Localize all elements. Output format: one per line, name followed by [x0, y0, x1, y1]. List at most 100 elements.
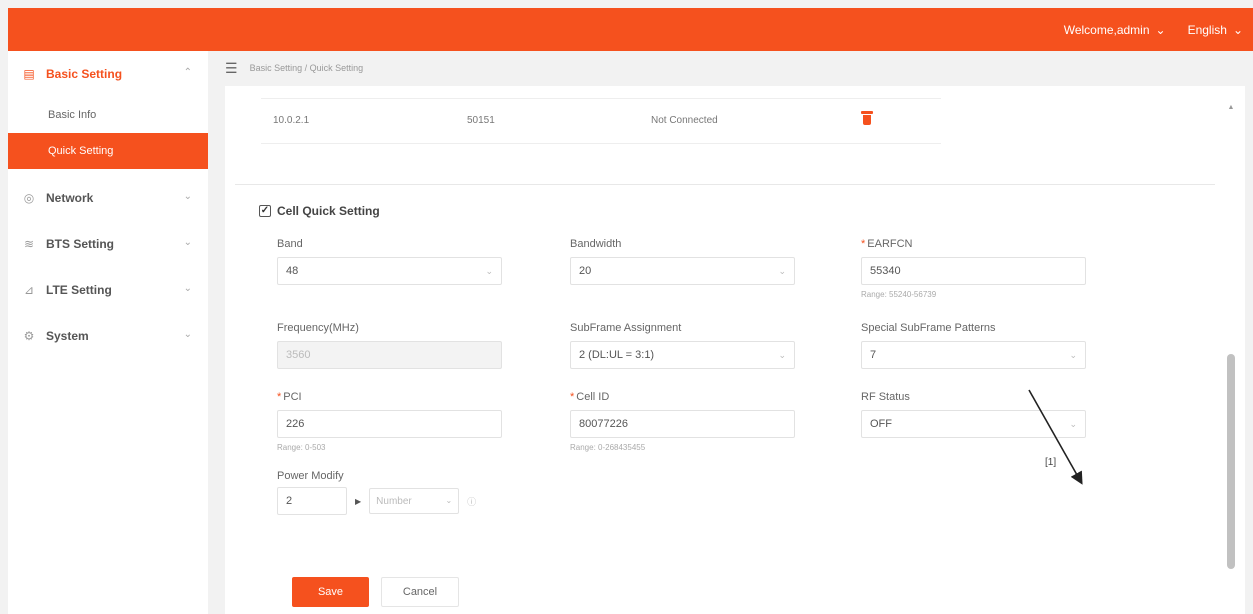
cell-id-label: * Cell ID [570, 391, 795, 407]
chevron-down-icon: ⌄ [183, 237, 192, 248]
cell-id-value: 80077226 [579, 418, 628, 430]
chevron-down-icon: ⌄ [778, 266, 786, 276]
required-mark: * [277, 391, 282, 403]
welcome-menu[interactable]: Welcome,admin ⌄ [1064, 23, 1166, 37]
annotation-arrow [1028, 389, 1083, 485]
power-modify-label: Power Modify [277, 470, 344, 482]
required-mark: * [861, 238, 866, 250]
frequency-field: Frequency(MHz) 3560 [277, 322, 502, 369]
system-icon: ⚙ [23, 329, 35, 343]
sidebar-item-lte-setting[interactable]: ⊿ LTE Setting ⌄ [8, 267, 208, 313]
chevron-down-icon: ⌄ [1232, 22, 1243, 37]
network-icon: ◎ [23, 191, 35, 205]
language-menu[interactable]: English ⌄ [1188, 23, 1243, 37]
cell-quick-setting-checkbox[interactable]: ✓ [259, 205, 271, 217]
earfcn-label: * EARFCN [861, 238, 1086, 254]
sidebar-item-label: System [46, 329, 89, 343]
chevron-down-icon: ⌄ [1155, 22, 1166, 37]
breadcrumb-bar: ☰ Basic Setting / Quick Setting [225, 58, 363, 78]
top-bar: Welcome,admin ⌄ English ⌄ [8, 8, 1253, 51]
language-text: English [1187, 22, 1227, 37]
chevron-down-icon: ⌄ [183, 329, 192, 340]
sidebar-item-label: LTE Setting [46, 283, 112, 297]
power-unit-placeholder: Number [376, 495, 412, 507]
section-divider [235, 184, 1215, 185]
bandwidth-value: 20 [579, 265, 592, 277]
basic-setting-icon: ▤ [23, 67, 35, 81]
chevron-down-icon: ⌄ [445, 496, 453, 505]
bandwidth-select[interactable]: 20 ⌄ [570, 257, 795, 285]
required-mark: * [570, 391, 575, 403]
connection-address: 10.0.2.1 [273, 115, 310, 126]
earfcn-field: * EARFCN 55340 Range: 55240-56739 [861, 238, 1086, 299]
breadcrumb: Basic Setting / Quick Setting [249, 63, 364, 73]
pci-value: 226 [286, 418, 305, 430]
chevron-down-icon: ⌄ [1069, 350, 1077, 360]
frequency-label: Frequency(MHz) [277, 322, 359, 334]
frequency-input: 3560 [277, 341, 502, 369]
sidebar-item-system[interactable]: ⚙ System ⌄ [8, 313, 208, 359]
save-button[interactable]: Save [292, 577, 369, 607]
sidebar-item-label: Basic Setting [46, 67, 123, 81]
lte-icon: ⊿ [23, 283, 35, 297]
power-unit-select[interactable]: Number ⌄ [369, 488, 460, 514]
cell-id-field: * Cell ID 80077226 Range: 0-268435455 [570, 391, 795, 452]
sidebar: ▤ Basic Setting ⌃ Basic Info Quick Setti… [8, 51, 208, 614]
pci-hint: Range: 0-503 [277, 443, 326, 452]
cell-quick-setting-title: ✓ Cell Quick Setting [259, 204, 380, 218]
pci-input[interactable]: 226 [277, 410, 502, 438]
special-subframe-label: Special SubFrame Patterns [861, 322, 996, 334]
connection-port: 50151 [467, 115, 495, 126]
subframe-field: SubFrame Assignment 2 (DL:UL = 3:1) ⌄ [570, 322, 795, 369]
pci-label: * PCI [277, 391, 502, 407]
band-field: Band 48 ⌄ [277, 238, 502, 285]
subframe-label: SubFrame Assignment [570, 322, 682, 334]
scroll-thumb[interactable] [1227, 354, 1235, 569]
cell-id-hint: Range: 0-268435455 [570, 443, 646, 452]
annotation-label: [1] [1045, 457, 1057, 468]
earfcn-input[interactable]: 55340 [861, 257, 1086, 285]
trash-can [863, 115, 871, 125]
sidebar-item-basic-info[interactable]: Basic Info [8, 97, 208, 133]
power-modify-value: 2 [286, 495, 293, 507]
power-modify-input[interactable]: 2 [277, 487, 347, 515]
info-icon: ⓘ [467, 496, 477, 507]
band-select[interactable]: 48 ⌄ [277, 257, 502, 285]
welcome-text: Welcome,admin [1063, 22, 1150, 37]
rf-status-value: OFF [870, 418, 892, 430]
cell-id-input[interactable]: 80077226 [570, 410, 795, 438]
hamburger-menu-icon[interactable]: ☰ [225, 60, 238, 77]
pci-field: * PCI 226 Range: 0-503 [277, 391, 502, 452]
bandwidth-field: Bandwidth 20 ⌄ [570, 238, 795, 285]
vertical-scrollbar[interactable]: ▲ [1227, 104, 1235, 574]
subframe-select[interactable]: 2 (DL:UL = 3:1) ⌄ [570, 341, 795, 369]
cancel-button[interactable]: Cancel [381, 577, 459, 607]
trash-lid [861, 111, 873, 114]
band-label: Band [277, 238, 303, 250]
main-panel: ▲ 10.0.2.1 50151 Not Connected ✓ Cell Qu… [225, 86, 1245, 614]
pci-label-text: PCI [283, 391, 302, 403]
cell-id-label-text: Cell ID [576, 391, 610, 403]
trash-icon[interactable] [861, 111, 873, 125]
earfcn-value: 55340 [870, 265, 901, 277]
sidebar-item-label: Network [46, 191, 94, 205]
sidebar-item-basic-setting[interactable]: ▤ Basic Setting ⌃ [8, 51, 208, 97]
sidebar-item-quick-setting[interactable]: Quick Setting [8, 133, 208, 169]
subframe-value: 2 (DL:UL = 3:1) [579, 349, 655, 361]
frequency-value: 3560 [286, 349, 311, 361]
connection-table-row: 10.0.2.1 50151 Not Connected [261, 98, 941, 144]
connection-status: Not Connected [651, 115, 718, 126]
special-subframe-field: Special SubFrame Patterns 7 ⌄ [861, 322, 1086, 369]
play-icon[interactable]: ▶ [355, 497, 361, 506]
sidebar-item-network[interactable]: ◎ Network ⌄ [8, 175, 208, 221]
bandwidth-label: Bandwidth [570, 238, 622, 250]
top-nav: Welcome,admin ⌄ English ⌄ [1064, 8, 1243, 51]
chevron-down-icon: ⌄ [183, 283, 192, 294]
chevron-down-icon: ⌄ [183, 191, 192, 202]
chevron-down-icon: ⌄ [485, 266, 493, 276]
earfcn-label-text: EARFCN [867, 238, 913, 250]
power-modify-field: Power Modify [277, 470, 577, 486]
scroll-up-arrow-icon[interactable]: ▲ [1227, 104, 1235, 111]
sidebar-item-bts-setting[interactable]: ≋ BTS Setting ⌄ [8, 221, 208, 267]
special-subframe-select[interactable]: 7 ⌄ [861, 341, 1086, 369]
